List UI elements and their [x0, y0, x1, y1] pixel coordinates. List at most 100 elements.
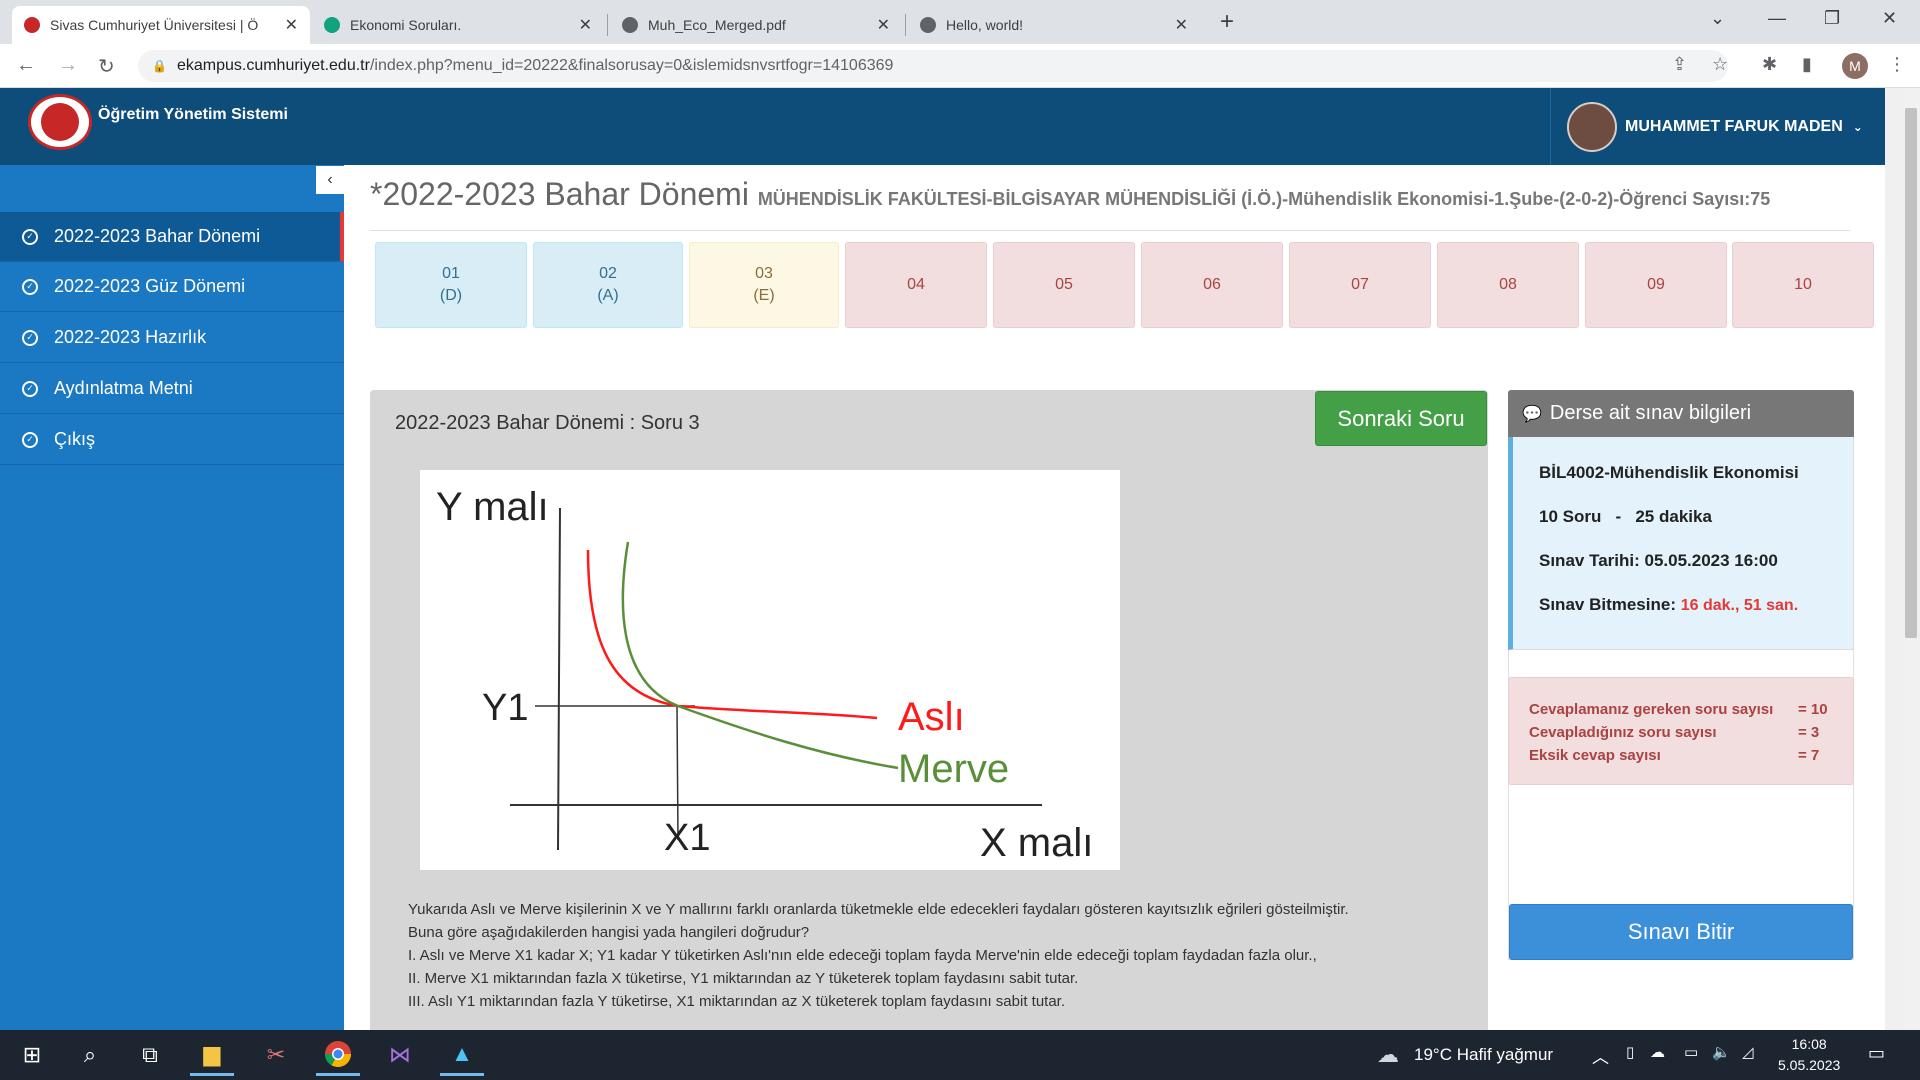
- chevron-down-icon: ⌄: [1852, 119, 1863, 134]
- close-tab-icon[interactable]: ✕: [579, 15, 592, 35]
- tab-title: Hello, world!: [946, 17, 1024, 33]
- battery-icon[interactable]: ▭: [1684, 1043, 1698, 1061]
- question-number: 09: [1647, 276, 1665, 293]
- question-nav-button[interactable]: 01 (D): [375, 242, 527, 328]
- question-nav-button[interactable]: 07: [1289, 242, 1431, 328]
- search-icon[interactable]: ⌕: [68, 1034, 112, 1076]
- reload-icon[interactable]: ↻: [98, 54, 115, 79]
- scrollbar-thumb[interactable]: [1905, 108, 1917, 638]
- question-text: Yukarıda Aslı ve Merve kişilerinin X ve …: [408, 898, 1468, 1013]
- answer-count-box: Cevaplamanız gereken soru sayısı = 10 Cev…: [1508, 677, 1854, 785]
- count-label: Eksik cevap sayısı: [1529, 747, 1661, 764]
- question-answer: (E): [753, 287, 775, 304]
- question-nav-button[interactable]: 04: [845, 242, 987, 328]
- question-nav-button[interactable]: 05: [993, 242, 1135, 328]
- tab-separator: [607, 14, 608, 36]
- forward-icon[interactable]: →: [58, 54, 78, 77]
- url-path: /index.php?menu_id=20222&finalsorusay=0&…: [369, 57, 894, 74]
- chrome-icon[interactable]: [316, 1034, 360, 1076]
- question-nav-button[interactable]: 10: [1732, 242, 1874, 328]
- profile-avatar[interactable]: M: [1842, 53, 1868, 79]
- tray-app-icon[interactable]: ▯: [1626, 1043, 1634, 1061]
- tray-chevron-up-icon[interactable]: ︿: [1592, 1043, 1609, 1068]
- tab-title: Ekonomi Soruları.: [350, 17, 462, 33]
- close-tab-icon[interactable]: ✕: [1175, 15, 1188, 35]
- app-title[interactable]: Öğretim Yönetim Sistemi: [98, 106, 288, 124]
- file-explorer-icon[interactable]: ▆: [190, 1034, 234, 1076]
- browser-tab-1[interactable]: Ekonomi Soruları. ✕: [312, 6, 604, 44]
- visual-studio-icon[interactable]: ⋈: [378, 1034, 422, 1076]
- question-nav-button[interactable]: 02 (A): [533, 242, 683, 328]
- sidebar-item-label: 2022-2023 Hazırlık: [54, 327, 207, 347]
- browser-tab-0[interactable]: Sivas Cumhuriyet Üniversitesi | Ö ✕: [12, 6, 310, 44]
- check-circle-icon: ✓: [22, 228, 38, 245]
- question-answer: (A): [597, 287, 619, 304]
- bookmark-star-icon[interactable]: ☆: [1712, 54, 1728, 75]
- sidebar-collapse-icon[interactable]: ‹: [316, 166, 344, 194]
- wifi-icon[interactable]: ◿: [1742, 1043, 1754, 1061]
- question-nav-button[interactable]: 03 (E): [689, 242, 839, 328]
- exam-date-value: 05.05.2023 16:00: [1644, 551, 1778, 570]
- university-logo[interactable]: [28, 94, 92, 150]
- y1-tick-label: Y1: [482, 687, 528, 729]
- question-line: Buna göre aşağıdakilerden hangisi yada h…: [408, 924, 810, 941]
- question-answer: (D): [439, 287, 463, 304]
- side-panel-icon[interactable]: ▮: [1802, 54, 1812, 75]
- weather-text[interactable]: 19°C Hafif yağmur: [1414, 1045, 1553, 1065]
- minimize-icon[interactable]: —: [1768, 8, 1786, 29]
- course-subtitle: MÜHENDİSLİK FAKÜLTESİ-BİLGİSAYAR MÜHENDİ…: [757, 189, 1771, 209]
- exam-summary: 10 Soru - 25 dakika: [1539, 507, 1712, 526]
- taskbar-clock[interactable]: 16:08 5.05.2023: [1778, 1034, 1840, 1076]
- sidebar-item-spring-term[interactable]: ✓ 2022-2023 Bahar Dönemi: [0, 212, 344, 262]
- tab-title: Sivas Cumhuriyet Üniversitesi | Ö: [50, 17, 259, 33]
- check-circle-icon: ✓: [22, 431, 38, 448]
- photos-app-icon[interactable]: ▲: [440, 1034, 484, 1076]
- close-tab-icon[interactable]: ✕: [877, 15, 890, 35]
- menu-kebab-icon[interactable]: ⋮: [1888, 54, 1906, 75]
- question-line: Yukarıda Aslı ve Merve kişilerinin X ve …: [408, 901, 1349, 918]
- task-view-icon[interactable]: ⧉: [128, 1034, 172, 1076]
- maximize-icon[interactable]: ❐: [1824, 8, 1840, 29]
- question-number: 10: [1794, 276, 1812, 293]
- url-input[interactable]: 🔒 ekampus.cumhuriyet.edu.tr/index.php?me…: [138, 50, 1728, 82]
- sidebar-item-prep[interactable]: ✓ 2022-2023 Hazırlık: [0, 313, 344, 363]
- tab-search-icon[interactable]: ⌄: [1710, 8, 1725, 29]
- question-nav-button[interactable]: 08: [1437, 242, 1579, 328]
- question-nav-button[interactable]: 09: [1585, 242, 1727, 328]
- logo-emblem: [41, 103, 79, 141]
- close-window-icon[interactable]: ✕: [1882, 8, 1897, 29]
- count-label: Cevaplamanız gereken soru sayısı: [1529, 701, 1774, 718]
- extensions-icon[interactable]: ✱: [1762, 54, 1777, 75]
- browser-tab-2[interactable]: Muh_Eco_Merged.pdf ✕: [610, 6, 902, 44]
- x1-tick-label: X1: [664, 817, 710, 859]
- indifference-curve-figure: Y malı Y1 X1 X malı Aslı Merve: [420, 470, 1120, 870]
- asli-curve-label: Aslı: [898, 695, 965, 739]
- tab-separator: [905, 14, 906, 36]
- back-icon[interactable]: ←: [16, 54, 36, 77]
- avatar: [1567, 101, 1617, 152]
- app-header: Öğretim Yönetim Sistemi MUHAMMET FARUK M…: [0, 88, 1885, 165]
- finish-exam-button[interactable]: Sınavı Bitir: [1509, 904, 1853, 960]
- volume-icon[interactable]: 🔈: [1712, 1043, 1731, 1061]
- notification-icon[interactable]: ▭: [1868, 1043, 1885, 1064]
- new-tab-icon[interactable]: +: [1220, 8, 1234, 36]
- sidebar-item-privacy[interactable]: ✓ Aydınlatma Metni: [0, 364, 344, 414]
- onedrive-cloud-icon[interactable]: ☁: [1650, 1043, 1665, 1061]
- snipping-tool-icon[interactable]: ✂: [254, 1034, 298, 1076]
- user-menu[interactable]: MUHAMMET FARUK MADEN ⌄: [1550, 88, 1879, 165]
- share-icon[interactable]: ⇪: [1672, 54, 1687, 75]
- sidebar-item-logout[interactable]: ✓ Çıkış: [0, 415, 344, 465]
- comment-icon: 💬: [1522, 405, 1542, 423]
- sidebar-item-label: 2022-2023 Bahar Dönemi: [54, 226, 261, 246]
- windows-start-icon[interactable]: ⊞: [10, 1034, 54, 1076]
- next-question-button[interactable]: Sonraki Soru: [1315, 391, 1487, 446]
- term-title: *2022-2023 Bahar Dönemi: [370, 176, 749, 212]
- check-circle-icon: ✓: [22, 278, 38, 295]
- close-tab-icon[interactable]: ✕: [285, 15, 298, 35]
- count-row: Cevaplamanız gereken soru sayısı = 10: [1529, 698, 1853, 721]
- question-nav-button[interactable]: 06: [1141, 242, 1283, 328]
- question-number: 04: [907, 276, 925, 293]
- sidebar-item-fall-term[interactable]: ✓ 2022-2023 Güz Dönemi: [0, 262, 344, 312]
- question-number: 07: [1351, 276, 1369, 293]
- browser-tab-3[interactable]: Hello, world! ✕: [908, 6, 1200, 44]
